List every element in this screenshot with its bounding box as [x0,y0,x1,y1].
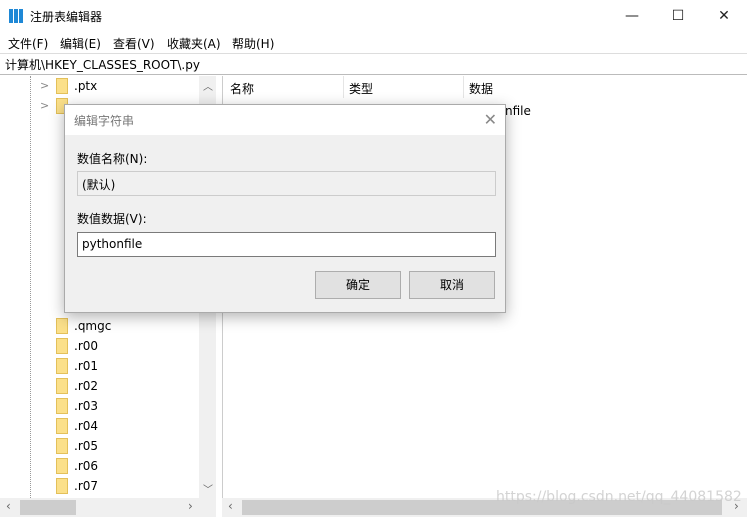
title-bar: 注册表编辑器 — ☐ ✕ [0,0,747,32]
tree-item[interactable]: .r03 [40,396,200,416]
column-header-name[interactable]: 名称 [230,80,254,97]
menu-bar: 文件(F) 编辑(E) 查看(V) 收藏夹(A) 帮助(H) [0,32,747,52]
tree-item[interactable]: .r04 [40,416,200,436]
watermark: https://blog.csdn.net/qq_44081582 [496,489,742,505]
tree-item-label: .r03 [74,399,99,413]
tree-item[interactable]: .r00 [40,336,200,356]
ok-button[interactable]: 确定 [315,271,401,299]
menu-file[interactable]: 文件(F) [8,35,48,52]
dialog-title: 编辑字符串 [65,105,505,135]
tree-item[interactable]: .qmgc [40,316,200,336]
tree-guide-line [30,76,31,498]
maximize-button[interactable]: ☐ [655,0,701,32]
folder-icon [56,438,68,454]
value-data-label: 数值数据(V): [77,212,147,226]
chevron-up-icon[interactable]: ︿ [203,78,213,93]
column-header-data[interactable]: 数据 [469,80,493,97]
tree-item-label: .ptx [74,79,98,93]
tree-item[interactable]: .r06 [40,456,200,476]
chevron-down-icon[interactable]: ﹀ [203,481,213,496]
tree-item-label: .r02 [74,379,99,393]
folder-icon [56,338,68,354]
folder-icon [56,78,68,94]
tree-item-label: .r07 [74,479,99,493]
cancel-button[interactable]: 取消 [409,271,495,299]
menu-view[interactable]: 查看(V) [113,35,155,52]
tree-item[interactable]: > .ptx [40,76,200,96]
chevron-right-icon[interactable]: › [188,499,193,513]
chevron-right-icon[interactable]: > [40,99,49,112]
tree-item-label: .r04 [74,419,99,433]
close-button[interactable]: ✕ [701,0,747,32]
menu-help[interactable]: 帮助(H) [232,35,274,52]
window-title: 注册表编辑器 [30,10,103,24]
chevron-right-icon[interactable]: > [40,79,49,92]
tree-item[interactable]: .r07 [40,476,200,496]
tree-item[interactable]: .r01 [40,356,200,376]
menu-favorites[interactable]: 收藏夹(A) [167,35,221,52]
column-divider[interactable] [343,76,344,98]
value-data-input[interactable]: pythonfile [77,232,496,257]
folder-icon [56,318,68,334]
folder-icon [56,478,68,494]
tree-item-label: .r06 [74,459,99,473]
value-name-label: 数值名称(N): [77,152,148,166]
chevron-left-icon[interactable]: ‹ [6,499,11,513]
tree-item-label: .r01 [74,359,99,373]
menu-edit[interactable]: 编辑(E) [60,35,101,52]
value-name-field: (默认) [77,171,496,196]
folder-icon [56,378,68,394]
chevron-left-icon[interactable]: ‹ [228,499,233,513]
tree-item-label: .qmgc [74,319,112,333]
scroll-thumb[interactable] [20,500,76,515]
dialog-close-icon[interactable]: ✕ [484,110,497,129]
folder-icon [56,358,68,374]
folder-icon [56,418,68,434]
address-bar[interactable]: 计算机\HKEY_CLASSES_ROOT\.py [0,53,747,75]
folder-icon [56,458,68,474]
tree-horizontal-scrollbar[interactable]: ‹ › [0,498,216,517]
folder-icon [56,398,68,414]
minimize-button[interactable]: — [609,0,655,32]
tree-item-label: .r00 [74,339,99,353]
column-header-type[interactable]: 类型 [349,80,373,97]
column-divider[interactable] [463,76,464,98]
tree-item-label: .r05 [74,439,99,453]
registry-app-icon [9,9,23,23]
tree-item[interactable]: .r05 [40,436,200,456]
tree-item[interactable]: .r02 [40,376,200,396]
value-data-cell[interactable]: nfile [505,104,531,118]
edit-string-dialog: 编辑字符串 ✕ 数值名称(N): (默认) 数值数据(V): pythonfil… [64,104,506,313]
